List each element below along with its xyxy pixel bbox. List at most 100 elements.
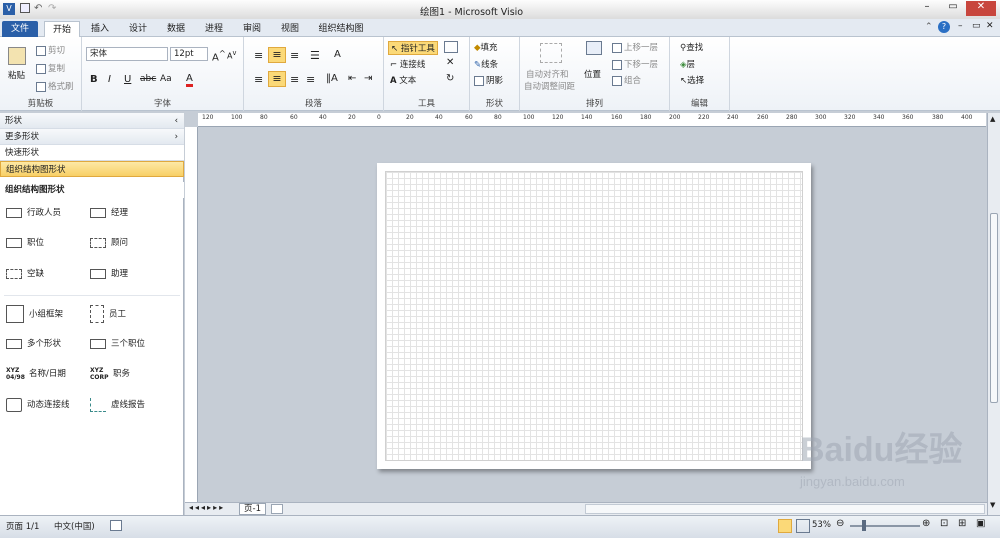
shape-team-frame[interactable]: 小组框架 <box>6 305 63 323</box>
select-button[interactable]: ↖选择 <box>680 74 704 86</box>
more-shapes-item[interactable]: 更多形状 › <box>0 129 184 145</box>
underline-button[interactable]: U <box>124 74 131 85</box>
tab-data[interactable]: 数据 <box>160 21 192 37</box>
bring-forward-button[interactable]: 上移一层 <box>612 41 658 53</box>
auto-align-label-1[interactable]: 自动对齐和 <box>526 68 569 80</box>
connector-button[interactable]: ⌐ 连接线 <box>390 58 425 70</box>
tab-design[interactable]: 设计 <box>122 21 154 37</box>
cut-button[interactable]: 剪切 <box>36 44 65 56</box>
help-icon[interactable]: ? <box>938 21 950 33</box>
copy-button[interactable]: 复制 <box>36 62 65 74</box>
close-tool-icon[interactable]: ✕ <box>446 57 454 68</box>
drawing-page[interactable] <box>377 163 811 469</box>
text-direction-button[interactable]: ‖A <box>326 73 338 84</box>
zoom-in-icon[interactable]: ⊕ <box>922 518 930 529</box>
window-close-icon[interactable]: ✕ <box>986 21 994 31</box>
shape-assistant[interactable]: 助理 <box>90 266 128 282</box>
font-name-select[interactable]: 宋体 <box>86 47 168 61</box>
italic-button[interactable]: I <box>108 74 111 85</box>
restore-button[interactable]: ▭ <box>940 1 966 16</box>
bullets-button[interactable]: ☰ <box>310 49 320 62</box>
scroll-up-icon[interactable]: ▲ <box>990 115 995 123</box>
insert-page-icon[interactable] <box>271 504 283 514</box>
zoom-out-icon[interactable]: ⊖ <box>836 518 844 529</box>
zoom-slider-thumb[interactable] <box>862 520 866 531</box>
vertical-scrollbar[interactable]: ▲ ▼ <box>987 113 1000 515</box>
tab-insert[interactable]: 插入 <box>84 21 116 37</box>
vertical-ruler[interactable] <box>185 127 198 502</box>
change-case-button[interactable]: Aa <box>160 74 172 84</box>
collapse-panel-icon[interactable]: ‹ <box>175 113 178 129</box>
full-page-view-icon[interactable] <box>778 519 792 533</box>
full-screen-icon[interactable] <box>796 519 810 533</box>
strikethrough-button[interactable]: abc <box>140 74 156 84</box>
shadow-button[interactable]: 阴影 <box>474 74 503 86</box>
shape-staff[interactable]: 员工 <box>90 305 126 323</box>
zoom-slider[interactable] <box>850 525 920 527</box>
tab-file[interactable]: 文件 <box>2 21 38 37</box>
font-color-button[interactable]: A <box>186 73 193 87</box>
shape-multiple[interactable]: 多个形状 <box>6 336 61 352</box>
shape-three-positions[interactable]: 三个职位 <box>90 336 145 352</box>
status-page[interactable]: 页面 1/1 <box>6 520 39 532</box>
align-bottom-button[interactable]: ≡ <box>290 49 299 62</box>
save-icon[interactable] <box>20 3 30 13</box>
close-button[interactable]: ✕ <box>966 1 996 16</box>
grow-font-button[interactable]: A^ <box>212 48 226 63</box>
switch-windows-icon[interactable]: ▣ <box>976 518 985 529</box>
shape-consultant[interactable]: 顾问 <box>90 235 128 251</box>
text-block-button[interactable]: A <box>334 49 341 60</box>
format-painter-button[interactable]: 格式刷 <box>36 80 74 92</box>
find-button[interactable]: ⚲查找 <box>680 41 703 53</box>
fit-page-icon[interactable]: ⊡ <box>940 518 948 529</box>
align-top-button[interactable]: ≡ <box>254 49 263 62</box>
increase-indent-button[interactable]: ⇥ <box>364 73 372 84</box>
shape-dotted-line-report[interactable]: 虚线报告 <box>90 397 145 413</box>
page-tab-1[interactable]: 页-1 <box>239 503 266 515</box>
quick-shapes-item[interactable]: 快速形状 <box>0 145 184 161</box>
shape-name-date[interactable]: XYZ 04/98 名称/日期 <box>6 366 66 382</box>
auto-align-label-2[interactable]: 自动调整间距 <box>524 80 575 92</box>
macro-record-icon[interactable] <box>110 520 122 531</box>
ribbon-collapse-icon[interactable]: ⌃ <box>925 22 933 32</box>
align-left-button[interactable]: ≡ <box>254 73 263 86</box>
tab-org-chart[interactable]: 组织结构图 <box>312 21 370 37</box>
org-chart-shapes-item[interactable]: 组织结构图形状 <box>0 161 184 177</box>
justify-button[interactable]: ≡ <box>306 73 315 86</box>
layers-button[interactable]: ◈层 <box>680 58 695 70</box>
send-backward-button[interactable]: 下移一层 <box>612 58 658 70</box>
line-button[interactable]: ✎线条 <box>474 58 498 70</box>
shrink-font-button[interactable]: Av <box>227 49 236 61</box>
rotate-tool-icon[interactable]: ↻ <box>446 73 454 84</box>
shape-title[interactable]: XYZ CORP 职务 <box>90 366 130 382</box>
scrollbar-thumb[interactable] <box>990 213 998 403</box>
window-restore-icon[interactable]: ▭ <box>972 21 981 31</box>
shape-dynamic-connector[interactable]: 动态连接线 <box>6 397 70 413</box>
scroll-down-icon[interactable]: ▼ <box>990 501 995 509</box>
decrease-indent-button[interactable]: ⇤ <box>348 73 356 84</box>
shape-vacancy[interactable]: 空缺 <box>6 266 44 282</box>
page-nav-icons[interactable]: ◂◂◂▸▸▸ <box>189 503 225 512</box>
zoom-level[interactable]: 53% <box>812 520 831 530</box>
position-button[interactable]: 位置 <box>584 68 601 80</box>
paste-icon[interactable] <box>8 47 26 65</box>
tab-review[interactable]: 审阅 <box>236 21 268 37</box>
shape-manager[interactable]: 经理 <box>90 205 128 221</box>
tab-process[interactable]: 进程 <box>198 21 230 37</box>
undo-icon[interactable]: ↶ <box>34 3 42 14</box>
rectangle-tool-button[interactable] <box>444 41 458 53</box>
window-minimize-icon[interactable]: – <box>958 21 963 31</box>
group-button[interactable]: 组合 <box>612 74 641 86</box>
pointer-tool-button[interactable]: ↖ 指针工具 <box>388 41 438 55</box>
align-center-button[interactable]: ≡ <box>268 71 286 87</box>
horizontal-ruler[interactable]: 120 100 80 60 40 20 0 20 40 60 80 100 120 140 160 180 20… <box>198 113 986 127</box>
status-language[interactable]: 中文(中国) <box>54 520 95 532</box>
pan-zoom-icon[interactable]: ⊞ <box>958 518 966 529</box>
shape-position[interactable]: 职位 <box>6 235 44 251</box>
paste-button[interactable]: 粘贴 <box>8 69 25 81</box>
minimize-button[interactable]: – <box>914 1 940 16</box>
shape-executive[interactable]: 行政人员 <box>6 205 61 221</box>
font-size-select[interactable]: 12pt <box>170 47 208 61</box>
fill-button[interactable]: ◆填充 <box>474 41 498 53</box>
text-tool-button[interactable]: A 文本 <box>390 74 416 86</box>
